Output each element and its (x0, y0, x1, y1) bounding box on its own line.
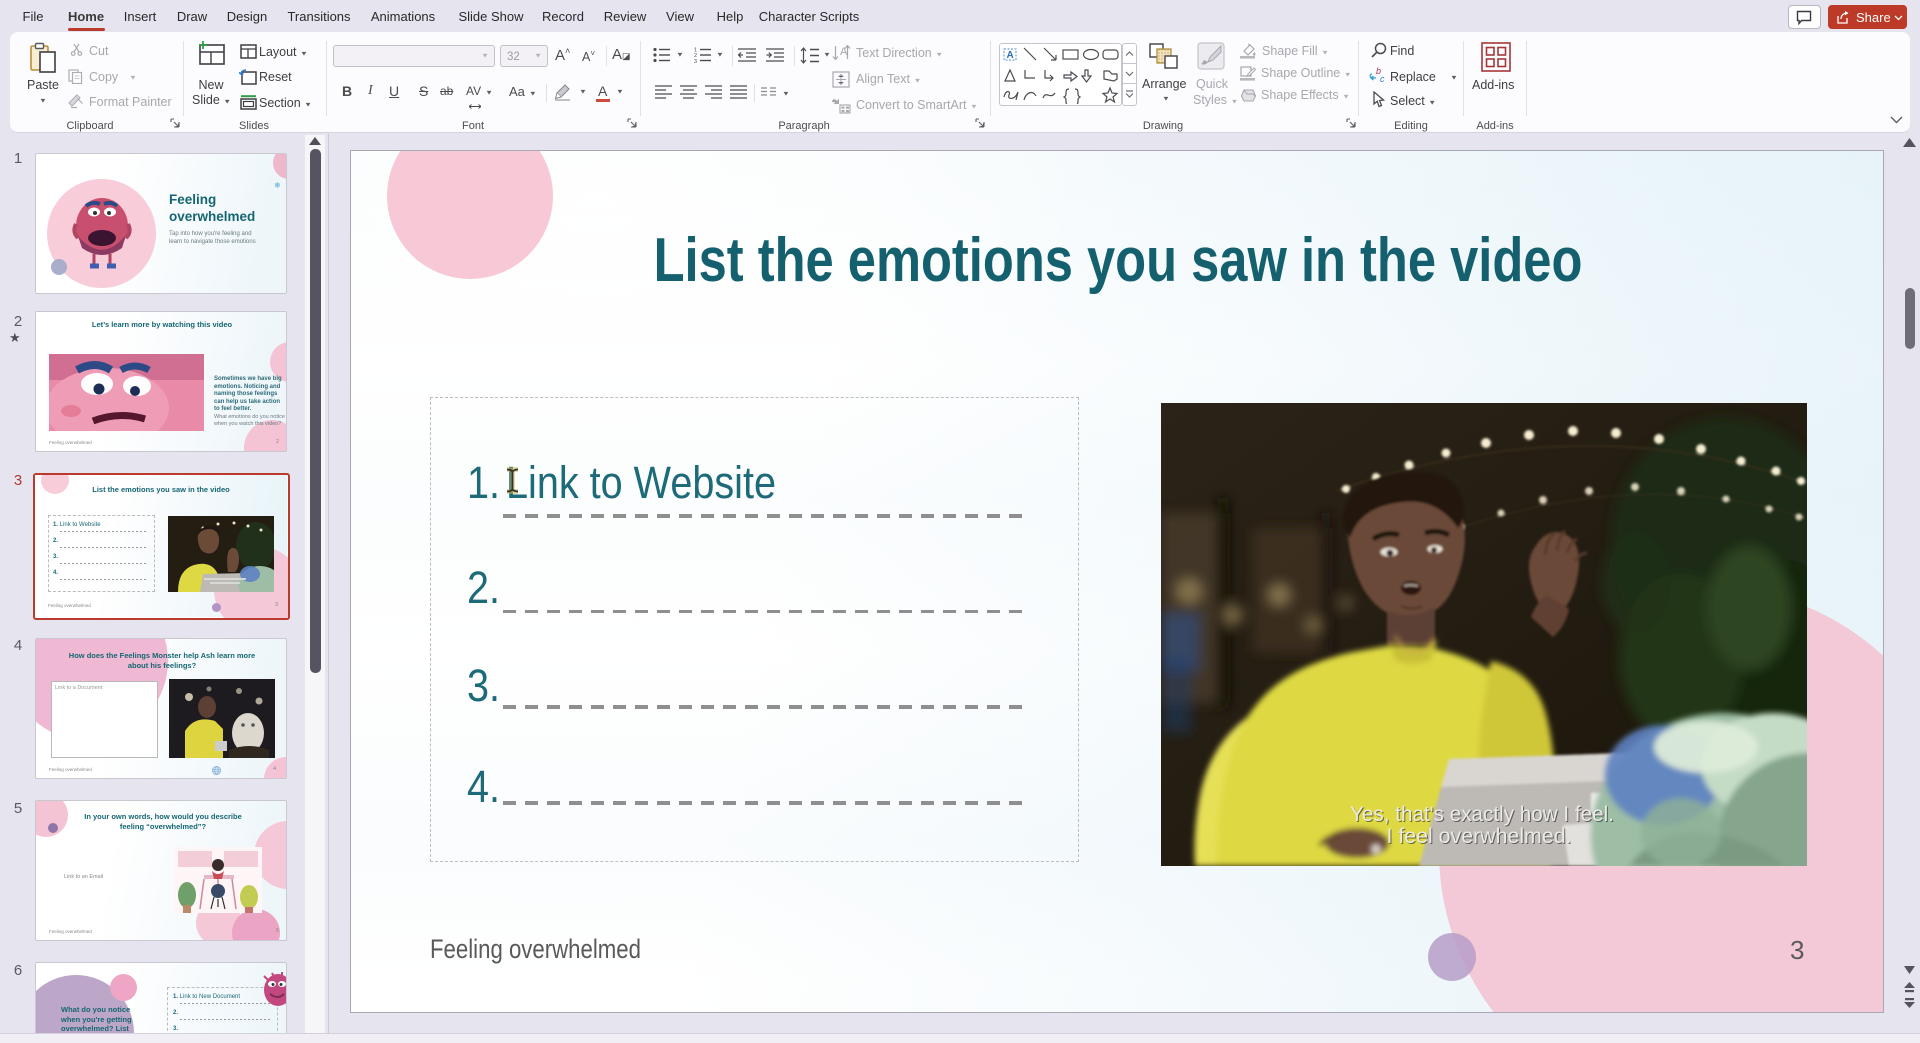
svg-text:I feel overwhelmed.: I feel overwhelmed. (1387, 824, 1572, 848)
svg-text:A: A (840, 46, 848, 58)
svg-text:3: 3 (694, 59, 697, 63)
svg-text:Yes, that's exactly how I feel: Yes, that's exactly how I feel. (1350, 802, 1614, 826)
svg-text:A: A (1007, 50, 1014, 61)
svg-text:c: c (1380, 74, 1385, 84)
